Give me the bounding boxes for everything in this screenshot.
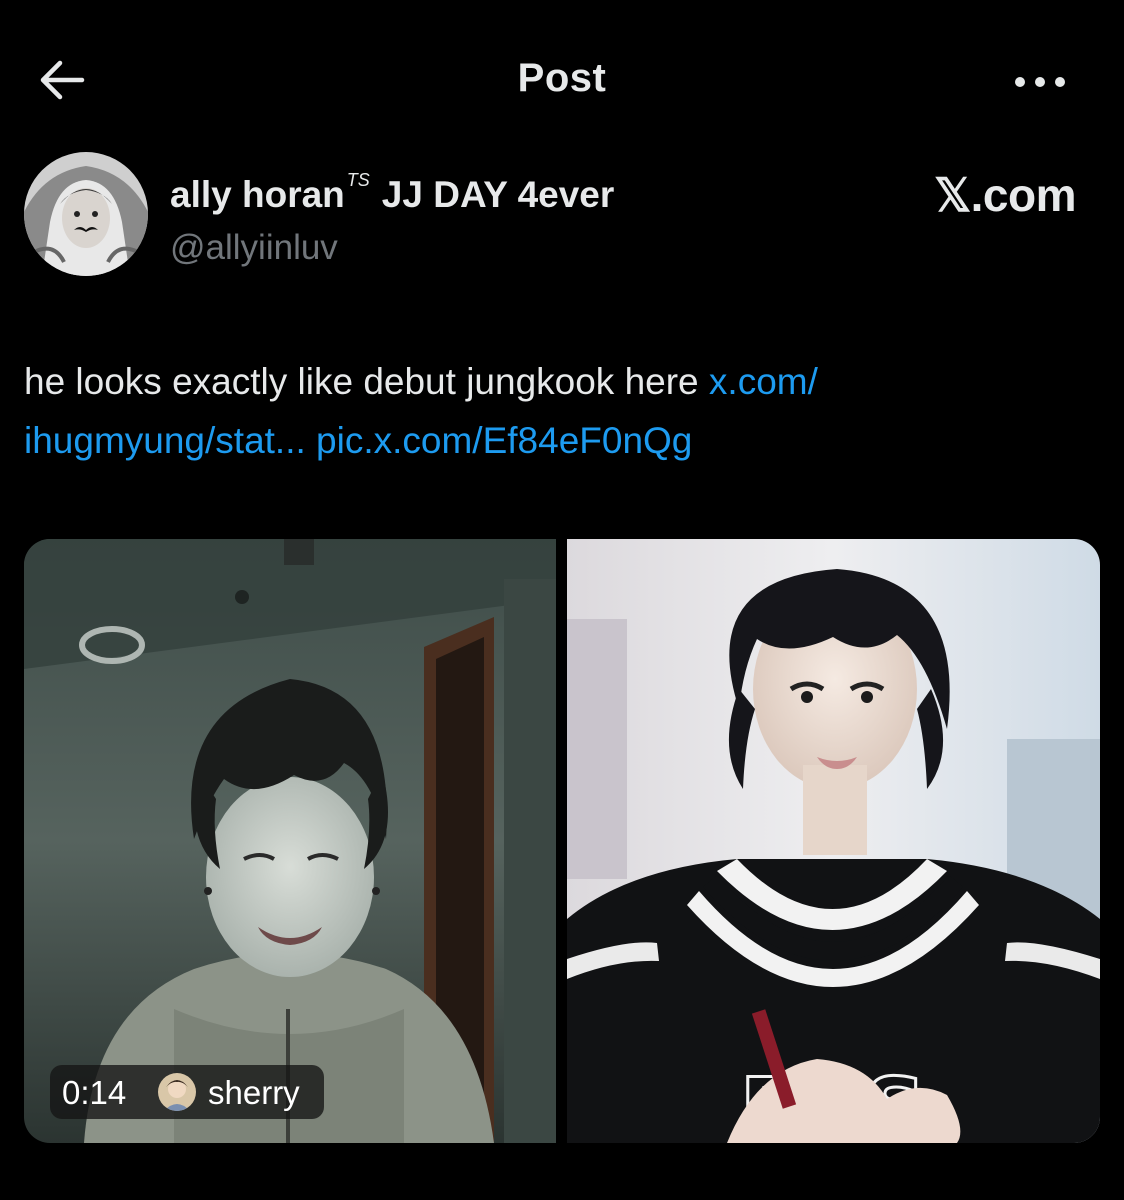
- display-name-text: ally horan: [170, 174, 345, 215]
- photo-thumbnail[interactable]: BTS: [567, 539, 1100, 1143]
- post-body: he looks exactly like debut jungkook her…: [24, 361, 699, 402]
- link-part-1: x.com/: [708, 361, 818, 402]
- page-title: Post: [517, 56, 607, 100]
- video-info-badge: 0:14 sherry: [50, 1065, 324, 1119]
- site-label: 𝕏.com: [934, 169, 1076, 221]
- name-badge: TS: [346, 170, 370, 190]
- post-text: he looks exactly like debut jungkook her…: [24, 352, 1094, 470]
- post-author: ally horan TS JJ DAY 4ever @allyiinluv 𝕏.c…: [24, 152, 1100, 282]
- more-options-button[interactable]: [1010, 62, 1070, 102]
- video-user-avatar: [158, 1073, 196, 1111]
- media-link[interactable]: pic.x.com/Ef84eF0nQg: [316, 420, 692, 461]
- display-name-suffix: JJ DAY 4ever: [381, 174, 615, 215]
- video-duration: 0:14: [62, 1074, 127, 1111]
- video-thumbnail[interactable]: [24, 539, 556, 1143]
- user-handle[interactable]: @allyiinluv: [170, 228, 338, 268]
- video-user-name: sherry: [208, 1074, 300, 1111]
- link-part-2: ihugmyung/stat...: [24, 420, 306, 461]
- more-dots-icon: [1015, 77, 1065, 87]
- avatar[interactable]: [24, 152, 148, 276]
- display-name[interactable]: ally horan TS JJ DAY 4ever: [170, 170, 615, 216]
- top-bar: Post: [0, 0, 1124, 160]
